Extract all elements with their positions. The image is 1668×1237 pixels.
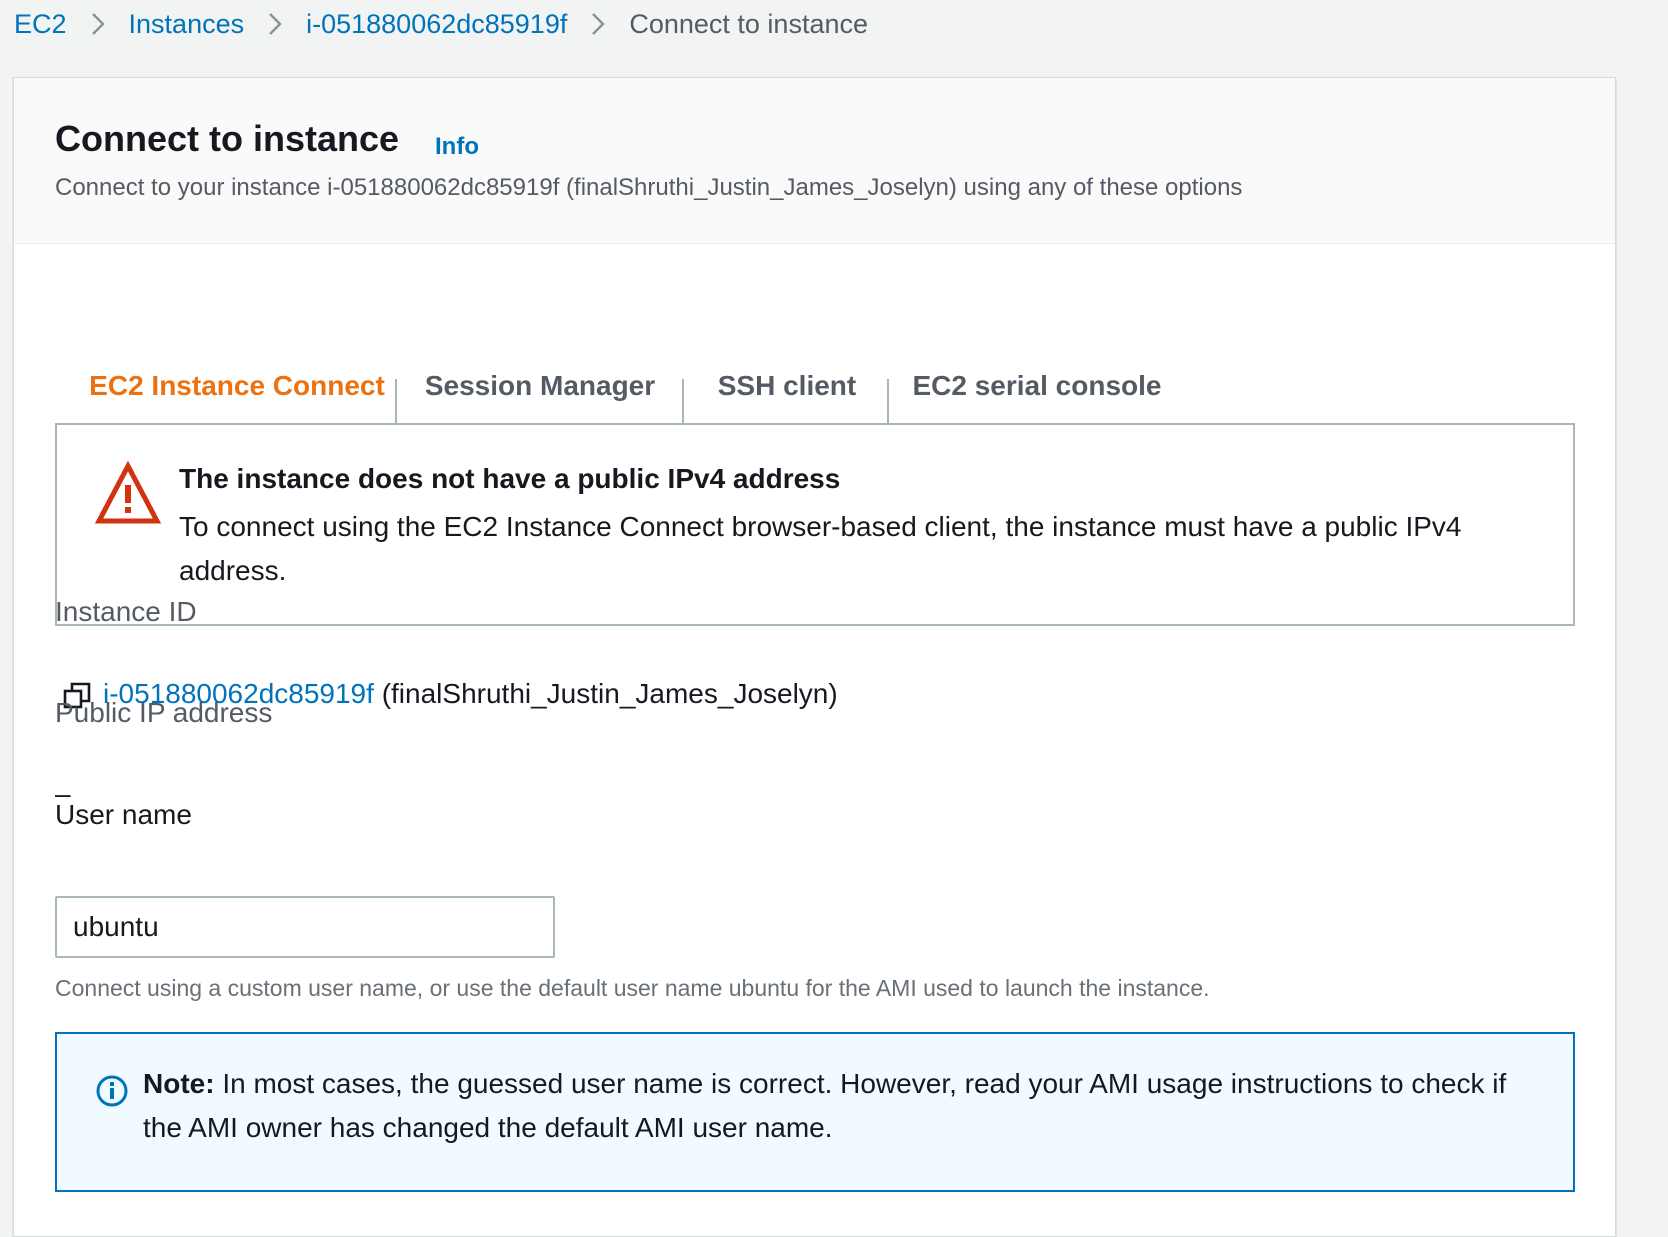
chevron-right-icon: [567, 11, 629, 37]
instance-name: (finalShruthi_Justin_James_Joselyn): [381, 678, 838, 709]
user-name-hint: Connect using a custom user name, or use…: [55, 975, 1210, 1001]
chevron-right-icon: [244, 11, 306, 37]
connect-panel: Connect to instance Info Connect to your…: [13, 77, 1616, 1237]
panel-header: Connect to instance Info Connect to your…: [14, 78, 1615, 244]
info-link[interactable]: Info: [435, 133, 479, 161]
error-alert-title: The instance does not have a public IPv4…: [179, 463, 841, 494]
breadcrumb-ec2[interactable]: EC2: [14, 9, 67, 40]
public-ip-label: Public IP address: [55, 697, 273, 728]
note-label: Note:: [143, 1068, 215, 1099]
breadcrumb-instance-id[interactable]: i-051880062dc85919f: [306, 9, 567, 40]
info-circle-icon: [96, 1075, 128, 1107]
error-alert-body: To connect using the EC2 Instance Connec…: [179, 511, 1462, 586]
note-body: In most cases, the guessed user name is …: [143, 1068, 1507, 1143]
breadcrumb-instances[interactable]: Instances: [129, 9, 245, 40]
warning-triangle-icon: [95, 461, 161, 524]
note-alert-text: Note: In most cases, the guessed user na…: [143, 1062, 1543, 1150]
error-alert: The instance does not have a public IPv4…: [55, 423, 1575, 626]
instance-id-label: Instance ID: [55, 596, 197, 627]
note-alert: Note: In most cases, the guessed user na…: [55, 1032, 1575, 1192]
page-subtitle: Connect to your instance i-051880062dc85…: [55, 174, 1243, 201]
breadcrumb: EC2 Instances i-051880062dc85919f Connec…: [14, 6, 868, 42]
page-title: Connect to instance: [55, 118, 400, 159]
breadcrumb-current: Connect to instance: [629, 8, 868, 39]
user-name-label: User name: [55, 799, 192, 830]
chevron-right-icon: [67, 11, 129, 37]
user-name-input[interactable]: [55, 896, 555, 958]
